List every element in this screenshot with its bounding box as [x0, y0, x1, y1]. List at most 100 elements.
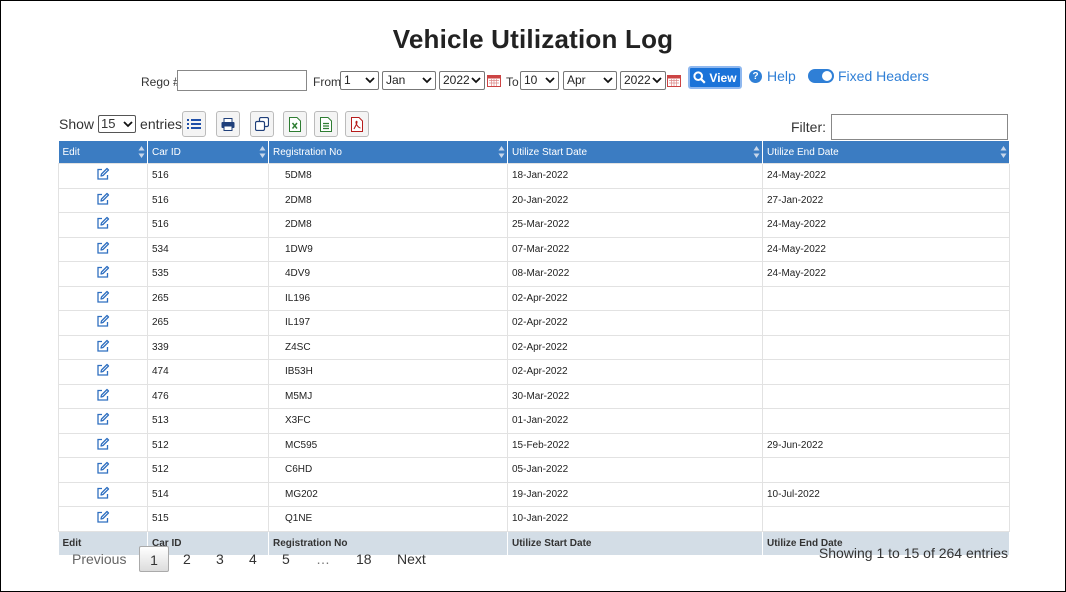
edit-icon[interactable]	[96, 437, 110, 451]
pdf-button[interactable]	[345, 111, 369, 137]
edit-icon[interactable]	[96, 290, 110, 304]
car-id-cell: 516	[147, 212, 269, 238]
car-id-cell: 516	[147, 187, 269, 213]
from-year-select[interactable]: 2022	[439, 71, 485, 90]
from-month-select[interactable]: Jan	[382, 71, 436, 90]
column-header-label: Utilize Start Date	[512, 146, 588, 158]
to-day-value: 10	[524, 73, 538, 87]
calendar-icon[interactable]	[667, 75, 681, 87]
filter-input[interactable]	[831, 114, 1008, 140]
end-date-cell: 10-Jul-2022	[762, 481, 1010, 507]
column-header-edit[interactable]: Edit	[58, 141, 148, 164]
registration-cell: C6HD	[268, 457, 508, 483]
from-year-value: 2022	[443, 73, 470, 87]
registration-cell: 1DW9	[268, 236, 508, 262]
previous-button[interactable]: Previous	[72, 546, 126, 572]
end-date-cell: 29-Jun-2022	[762, 432, 1010, 458]
table-row: 265 IL196 02-Apr-2022	[58, 285, 1010, 311]
car-id-cell: 265	[147, 310, 269, 336]
edit-cell	[58, 236, 148, 262]
pdf-icon	[351, 116, 363, 132]
column-header-utilize-start-date[interactable]: Utilize Start Date	[507, 141, 763, 164]
registration-cell: IL197	[268, 310, 508, 336]
edit-icon[interactable]	[96, 486, 110, 500]
edit-cell	[58, 334, 148, 360]
table-row: 474 IB53H 02-Apr-2022	[58, 359, 1010, 385]
edit-cell	[58, 432, 148, 458]
edit-cell	[58, 310, 148, 336]
edit-icon[interactable]	[96, 241, 110, 255]
car-id-cell: 513	[147, 408, 269, 434]
edit-cell	[58, 285, 148, 311]
to-day-select[interactable]: 10	[520, 71, 559, 90]
page-button[interactable]: 18	[356, 546, 372, 572]
page-button-current[interactable]: 1	[139, 546, 169, 572]
filter-label: Filter:	[791, 119, 826, 135]
registration-cell: 2DM8	[268, 187, 508, 213]
sort-icon	[138, 146, 145, 158]
from-day-select[interactable]: 1	[340, 71, 379, 90]
print-button[interactable]	[216, 111, 240, 137]
length-menu: Show 15 entries	[59, 115, 182, 133]
edit-cell	[58, 506, 148, 532]
start-date-cell: 05-Jan-2022	[507, 457, 763, 483]
page-button[interactable]: 3	[216, 546, 224, 572]
edit-icon[interactable]	[96, 192, 110, 206]
page-button[interactable]: 5	[282, 546, 290, 572]
help-link[interactable]: ? Help	[749, 68, 796, 84]
column-header-utilize-end-date[interactable]: Utilize End Date	[762, 141, 1010, 164]
edit-icon[interactable]	[96, 363, 110, 377]
chevron-down-icon	[471, 77, 481, 84]
header-row: Edit Car ID Registration No Utilize Star…	[58, 141, 1010, 164]
table-row: 534 1DW9 07-Mar-2022 24-May-2022	[58, 236, 1010, 262]
to-year-select[interactable]: 2022	[620, 71, 666, 90]
edit-icon[interactable]	[96, 388, 110, 402]
sort-icon	[498, 146, 505, 158]
car-id-cell: 512	[147, 457, 269, 483]
calendar-icon[interactable]	[487, 75, 501, 87]
copy-button[interactable]	[250, 111, 274, 137]
edit-icon[interactable]	[96, 167, 110, 181]
column-visibility-button[interactable]	[182, 111, 206, 137]
end-date-cell	[762, 408, 1010, 434]
edit-icon[interactable]	[96, 461, 110, 475]
end-date-cell	[762, 383, 1010, 409]
chevron-down-icon	[365, 77, 375, 84]
toggle-switch[interactable]	[808, 69, 834, 83]
start-date-cell: 02-Apr-2022	[507, 359, 763, 385]
fixed-headers-toggle[interactable]: Fixed Headers	[808, 68, 929, 84]
column-footer-utilize-start-date: Utilize Start Date	[507, 531, 763, 555]
edit-icon[interactable]	[96, 510, 110, 524]
start-date-cell: 02-Apr-2022	[507, 310, 763, 336]
sort-icon	[259, 146, 266, 158]
show-label: Show	[59, 116, 95, 132]
edit-cell	[58, 457, 148, 483]
table-row: 514 MG202 19-Jan-2022 10-Jul-2022	[58, 481, 1010, 507]
table-row: 515 Q1NE 10-Jan-2022	[58, 506, 1010, 532]
edit-icon[interactable]	[96, 412, 110, 426]
page-button[interactable]: 2	[183, 546, 191, 572]
end-date-cell: 24-May-2022	[762, 261, 1010, 287]
excel-button[interactable]	[283, 111, 307, 137]
rego-input[interactable]	[177, 70, 307, 91]
page-button[interactable]: 4	[249, 546, 257, 572]
edit-icon[interactable]	[96, 216, 110, 230]
start-date-cell: 30-Mar-2022	[507, 383, 763, 409]
column-header-registration-no[interactable]: Registration No	[268, 141, 508, 164]
next-button[interactable]: Next	[397, 546, 426, 572]
edit-icon[interactable]	[96, 339, 110, 353]
entries-select[interactable]: 15	[98, 115, 137, 133]
edit-icon[interactable]	[96, 265, 110, 279]
car-id-cell: 265	[147, 285, 269, 311]
end-date-cell: 24-May-2022	[762, 212, 1010, 238]
column-header-label: Car ID	[152, 146, 181, 158]
csv-button[interactable]	[314, 111, 338, 137]
edit-icon[interactable]	[96, 314, 110, 328]
registration-cell: 4DV9	[268, 261, 508, 287]
to-month-select[interactable]: Apr	[563, 71, 617, 90]
car-id-cell: 535	[147, 261, 269, 287]
table-row: 512 C6HD 05-Jan-2022	[58, 457, 1010, 483]
column-header-car-id[interactable]: Car ID	[147, 141, 269, 164]
start-date-cell: 20-Jan-2022	[507, 187, 763, 213]
view-button[interactable]: View	[688, 66, 742, 89]
